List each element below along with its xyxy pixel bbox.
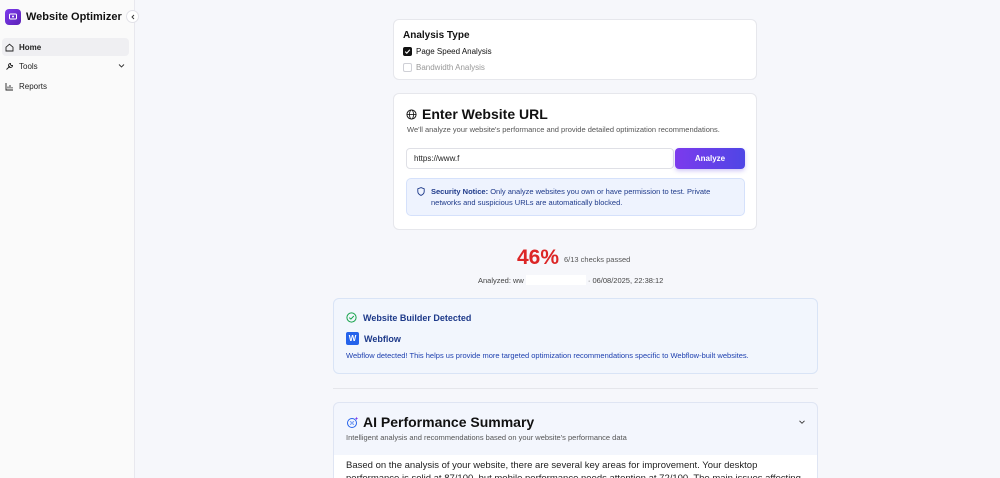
wrench-icon	[5, 62, 14, 71]
brand[interactable]: Website Optimizer	[0, 1, 134, 33]
analyzed-info: Analyzed: ww · 06/08/2025, 22:38:12	[478, 275, 663, 285]
builder-name-text: Webflow	[364, 333, 401, 344]
score-percent: 46%	[517, 246, 560, 269]
sidebar-item-tools[interactable]: Tools	[2, 57, 129, 75]
analysis-type-card: Analysis Type Page Speed Analysis Bandwi…	[393, 19, 757, 80]
check-circle-icon	[346, 312, 357, 323]
option-label: Bandwidth Analysis	[416, 63, 485, 72]
option-bandwidth[interactable]: Bandwidth Analysis	[403, 63, 485, 72]
sidebar-item-label: Tools	[19, 61, 38, 71]
analyzed-prefix: Analyzed: ww	[478, 275, 524, 285]
ai-summary-card[interactable]: AI Performance Summary Intelligent analy…	[333, 402, 818, 478]
builder-heading-text: Website Builder Detected	[363, 312, 472, 323]
chevron-left-icon	[130, 14, 134, 19]
ai-summary-heading: AI Performance Summary	[346, 414, 534, 430]
chevron-down-icon	[118, 64, 125, 68]
security-notice: Security Notice: Only analyze websites y…	[406, 178, 745, 216]
ai-summary-title: AI Performance Summary	[363, 414, 535, 430]
home-icon	[5, 43, 14, 52]
builder-heading: Website Builder Detected	[346, 312, 471, 323]
analyzed-suffix: · 06/08/2025, 22:38:12	[587, 275, 664, 285]
option-label: Page Speed Analysis	[416, 47, 492, 56]
chart-icon	[5, 82, 14, 91]
ai-summary-subtitle: Intelligent analysis and recommendations…	[346, 433, 627, 442]
webflow-logo-icon: W	[346, 332, 359, 345]
sidebar: Website Optimizer Home Tools Reports	[0, 0, 139, 478]
chevron-down-icon[interactable]	[798, 418, 806, 426]
url-card: Enter Website URL We'll analyze your web…	[393, 93, 757, 230]
globe-icon	[406, 108, 417, 120]
builder-detected-card: Website Builder Detected W Webflow Webfl…	[333, 298, 818, 374]
url-card-subtitle: We'll analyze your website's performance…	[407, 125, 720, 134]
url-card-title-text: Enter Website URL	[422, 106, 548, 122]
sidebar-item-label: Reports	[19, 81, 48, 91]
checkbox-unchecked-icon[interactable]	[403, 63, 412, 72]
security-notice-text: Security Notice: Only analyze websites y…	[431, 186, 731, 208]
url-card-title: Enter Website URL	[406, 106, 548, 122]
sidebar-item-label: Home	[19, 42, 42, 52]
builder-name: W Webflow	[346, 332, 401, 345]
url-input[interactable]: https://www.f	[406, 148, 674, 169]
sidebar-item-home[interactable]: Home	[2, 38, 129, 56]
ai-summary-body: Based on the analysis of your website, t…	[334, 455, 817, 478]
checkbox-checked-icon[interactable]	[403, 47, 412, 56]
security-notice-label: Security Notice:	[431, 187, 489, 196]
analysis-type-heading: Analysis Type	[403, 30, 470, 41]
sidebar-collapse-button[interactable]	[126, 10, 139, 23]
redacted-url	[525, 275, 586, 285]
builder-description: Webflow detected! This helps us provide …	[346, 351, 749, 360]
analyze-button[interactable]: Analyze	[675, 148, 745, 169]
app-title: Website Optimizer	[26, 11, 122, 23]
sidebar-item-reports[interactable]: Reports	[2, 77, 129, 95]
sparkle-brain-icon	[347, 416, 359, 428]
option-page-speed[interactable]: Page Speed Analysis	[403, 47, 492, 56]
shield-icon	[417, 187, 425, 196]
section-divider	[333, 388, 818, 389]
app-logo-icon	[5, 9, 21, 25]
checks-passed: 6/13 checks passed	[564, 255, 631, 264]
